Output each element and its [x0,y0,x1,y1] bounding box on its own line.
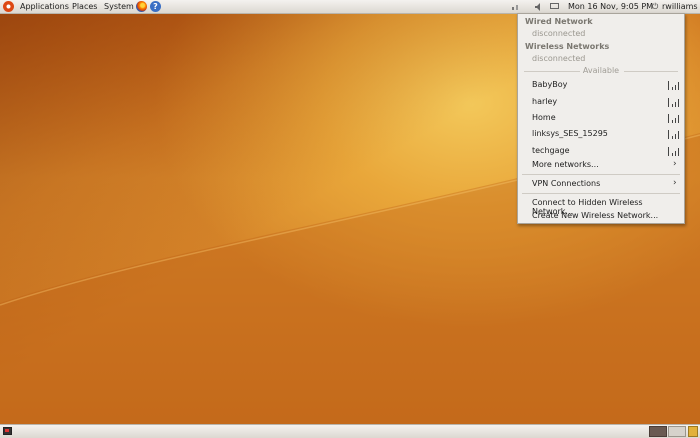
workspace-2[interactable] [668,426,686,437]
network-name: linksys_SES_15295 [532,129,608,138]
signal-lock-icon [668,98,680,107]
system-menu[interactable]: System [104,1,134,12]
show-desktop-icon[interactable] [3,427,12,435]
network-menu: Wired Network disconnected Wireless Netw… [517,13,685,224]
help-icon[interactable]: ? [150,1,161,12]
wired-network-status: disconnected [532,29,586,38]
applications-menu[interactable]: Applications [20,1,69,12]
network-name: techgage [532,146,570,155]
top-panel: Applications Places System ? Mon 16 Nov,… [0,0,700,14]
workspace-1[interactable] [649,426,667,437]
network-name: Home [532,113,556,122]
wired-network-heading: Wired Network [525,17,593,26]
vpn-connections-label: VPN Connections [532,179,601,188]
submenu-arrow-icon: › [673,159,677,169]
username[interactable]: rwilliams [662,1,698,12]
power-icon[interactable]: ⏻ [652,1,658,12]
signal-lock-icon [668,81,680,90]
trash-icon[interactable] [688,426,698,437]
signal-lock-icon [668,147,680,156]
bottom-panel [0,424,700,438]
wireless-networks-heading: Wireless Networks [525,42,610,51]
signal-lock-icon [668,130,680,139]
firefox-icon[interactable] [136,1,147,12]
network-icon[interactable] [511,1,523,12]
ubuntu-logo-icon[interactable] [3,1,14,12]
more-networks-label: More networks... [532,160,599,169]
network-name: harley [532,97,558,106]
places-menu[interactable]: Places [72,1,97,12]
volume-icon[interactable] [534,1,544,12]
wireless-networks-status: disconnected [532,54,586,63]
available-divider-right [624,71,678,72]
menu-separator [522,174,680,175]
menu-separator [522,193,680,194]
submenu-arrow-icon: › [673,178,677,188]
network-name: BabyBoy [532,80,568,89]
signal-lock-icon [668,114,680,123]
mail-icon[interactable] [550,3,559,9]
clock[interactable]: Mon 16 Nov, 9:05 PM [568,1,653,12]
create-wireless-network-item[interactable]: Create New Wireless Network... [532,211,658,220]
